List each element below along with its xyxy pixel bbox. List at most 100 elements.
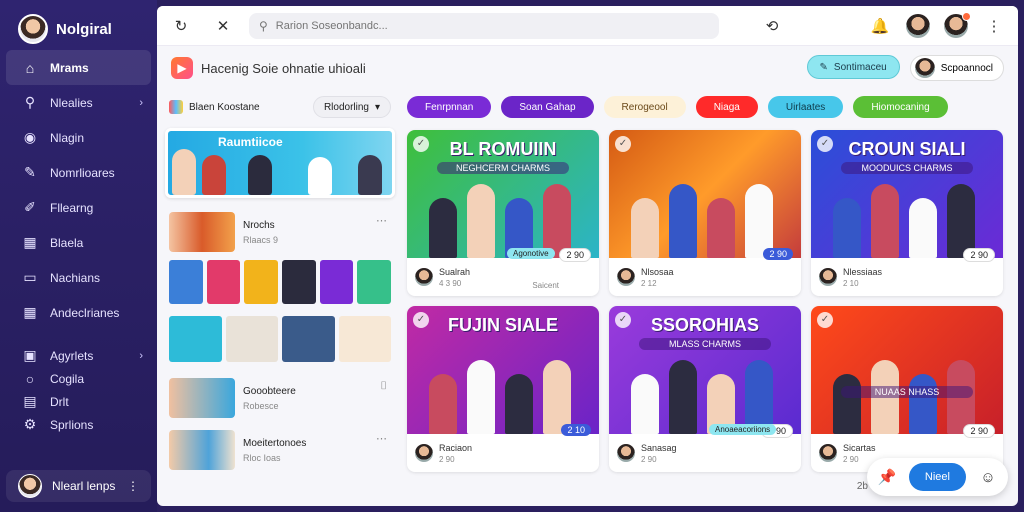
sidebar-item[interactable]: ✎ Nomrlioares <box>0 155 157 190</box>
more-icon[interactable]: ⋯ <box>376 432 387 445</box>
thumbnail[interactable] <box>225 316 278 362</box>
author-avatar[interactable] <box>617 268 635 286</box>
sidebar-item-label: Fllearng <box>50 200 94 215</box>
app-name: Nolgiral <box>56 20 112 38</box>
list-item[interactable]: Nrochs Rlaacs 9 ⋯ <box>165 208 395 256</box>
sidebar-item-label: Andeclrianes <box>50 305 120 320</box>
profile-action-button[interactable]: Scpoannocl <box>909 55 1004 81</box>
sidebar-item[interactable]: ⚲ Nlealies › <box>0 85 157 120</box>
list-item[interactable]: Moeitertonoes Rloc Ioas ⋯ <box>165 426 395 474</box>
sort-select[interactable]: Rlodorling ▾ <box>312 96 391 118</box>
emoji-icon[interactable]: ☺ <box>976 465 1000 489</box>
sidebar-item[interactable]: ▤ Drlt <box>0 390 157 413</box>
author-avatar[interactable] <box>415 268 433 286</box>
thumbnail[interactable] <box>319 260 354 304</box>
card-person <box>543 360 571 434</box>
card-image: ✓ CROUN SIALI MOODUICS CHARMS <box>811 130 1003 258</box>
author-avatar[interactable] <box>819 268 837 286</box>
author-name: Nlsosaa <box>641 266 674 277</box>
sidebar-item[interactable]: ▭ Nachians <box>0 260 157 295</box>
card-person <box>543 184 571 258</box>
bookmark-icon[interactable]: ⌷ <box>380 380 387 393</box>
card-image: ✓ <box>609 130 801 258</box>
author-avatar[interactable] <box>617 444 635 462</box>
thumbnail[interactable] <box>282 316 335 362</box>
sidebar-item[interactable]: ⚙ Sprlions <box>0 413 157 436</box>
sidebar-item[interactable]: ✐ Fllearng <box>0 190 157 225</box>
primary-action-button[interactable]: Nieel <box>908 463 966 491</box>
history-icon[interactable]: ⟲ <box>760 14 784 38</box>
thumbnail[interactable] <box>244 260 279 304</box>
sidebar-item[interactable]: ▦ Blaela <box>0 225 157 260</box>
thumbnail[interactable] <box>169 316 222 362</box>
content-card[interactable]: ✓ BL ROMUIIN NEGHCERM CHARMS Sualrah 4 3 90 2… <box>407 130 599 296</box>
card-tag[interactable]: Agonotive <box>507 248 555 259</box>
user-avatar-alert[interactable] <box>944 11 971 38</box>
floating-action-bar: 📌 Nieel ☺ <box>866 458 1008 496</box>
search-bar[interactable]: ⚲ <box>249 12 719 39</box>
filter-chip[interactable]: Rerogeool <box>603 96 686 118</box>
filter-chip[interactable]: Fenrpnnan <box>407 96 492 118</box>
card-image: ✓ NUAAS NHASS <box>811 306 1003 434</box>
card-person <box>947 184 975 258</box>
filter-chip[interactable]: Niaga <box>695 96 758 118</box>
content-card[interactable]: ✓ SSOROHIAS MLASS CHARMS Sanasag 2 90 2 90 Ano… <box>609 306 801 472</box>
duration-badge: 2 90 <box>763 248 793 260</box>
card-footer: Raciaon 2 90 2 10 <box>407 424 599 472</box>
view-count: 2 90 <box>843 454 859 464</box>
sidebar-item[interactable]: ▣ Agyrlets › <box>0 344 157 367</box>
checkbox-icon[interactable]: ✓ <box>615 136 631 152</box>
card-tag[interactable]: Anoaeacoriions <box>709 424 777 435</box>
list-item[interactable]: Gooobteere Robesce ⌷ <box>165 374 395 422</box>
sidebar-item[interactable]: ⌂ Mrams <box>6 50 151 85</box>
more-icon[interactable]: ⋮ <box>127 479 139 493</box>
pin-icon[interactable]: 📌 <box>875 465 899 489</box>
content-card[interactable]: ✓ NUAAS NHASS Sicartas 2 90 2 90 <box>811 306 1003 472</box>
play-icon: ▶ <box>171 57 193 79</box>
thumbnail[interactable] <box>169 260 203 304</box>
notifications-icon[interactable]: 🔔 <box>868 14 892 38</box>
chevron-right-icon: › <box>139 349 143 362</box>
sidebar-item[interactable]: ▦ Andeclrianes <box>0 295 157 330</box>
thumbnail[interactable] <box>282 260 316 304</box>
card-title: BL ROMUIIN <box>449 139 557 159</box>
grid-icon: ▦ <box>23 234 37 250</box>
search-input[interactable] <box>275 19 709 32</box>
filter-chip[interactable]: Uirlaates <box>767 96 844 118</box>
card-person <box>631 374 659 434</box>
sidebar-item-label: Cogila <box>50 371 85 386</box>
refresh-icon[interactable]: ↻ <box>169 14 193 38</box>
page-header: ▶ Hacenig Soie ohnatie uhioali ✎ Sontima… <box>157 46 1018 90</box>
sidebar-item-label: Sprlions <box>50 417 94 432</box>
author-avatar[interactable] <box>819 444 837 462</box>
card-person <box>833 198 861 258</box>
banner-person <box>248 155 272 195</box>
close-icon[interactable]: ✕ <box>211 14 235 38</box>
more-icon[interactable]: ⋮ <box>982 14 1006 38</box>
filter-chip[interactable]: Hiomocaning <box>853 96 948 118</box>
sidebar-item[interactable]: ○ Cogila <box>0 367 157 390</box>
thumbnail[interactable] <box>206 260 241 304</box>
author-avatar[interactable] <box>415 444 433 462</box>
view-count: 2 12 <box>641 278 657 288</box>
card-person <box>833 374 861 434</box>
sidebar-item[interactable]: ◉ Nlagin <box>0 120 157 155</box>
card-person <box>631 198 659 258</box>
checkbox-icon[interactable]: ✓ <box>817 312 833 328</box>
content-card[interactable]: ✓ Nlsosaa 2 12 2 90 <box>609 130 801 296</box>
thumbnail[interactable] <box>357 260 392 304</box>
more-icon[interactable]: ⋯ <box>376 214 387 227</box>
featured-banner[interactable]: Raumtiicoe <box>165 128 395 198</box>
list-item-thumbnail <box>169 378 235 418</box>
banner-person <box>308 157 332 195</box>
main-panel: ↻ ✕ ⚲ ⟲ 🔔 ⋮ ▶ Hacenig Soie ohnatie uhioa… <box>157 6 1018 506</box>
sidebar-profile[interactable]: Nlearl lenps ⋮ <box>6 470 151 502</box>
card-subtitle: NUAAS NHASS <box>841 386 973 398</box>
filter-chip[interactable]: Soan Gahap <box>501 96 594 118</box>
teal-action-button[interactable]: ✎ Sontimaceu <box>806 55 900 79</box>
brand[interactable]: Nolgiral <box>0 0 157 48</box>
thumbnail[interactable] <box>338 316 391 362</box>
user-avatar[interactable] <box>906 13 930 38</box>
content-card[interactable]: ✓ FUJIN SIALE Raciaon 2 90 2 10 <box>407 306 599 472</box>
content-card[interactable]: ✓ CROUN SIALI MOODUICS CHARMS Nlessiaas 2 10… <box>811 130 1003 296</box>
